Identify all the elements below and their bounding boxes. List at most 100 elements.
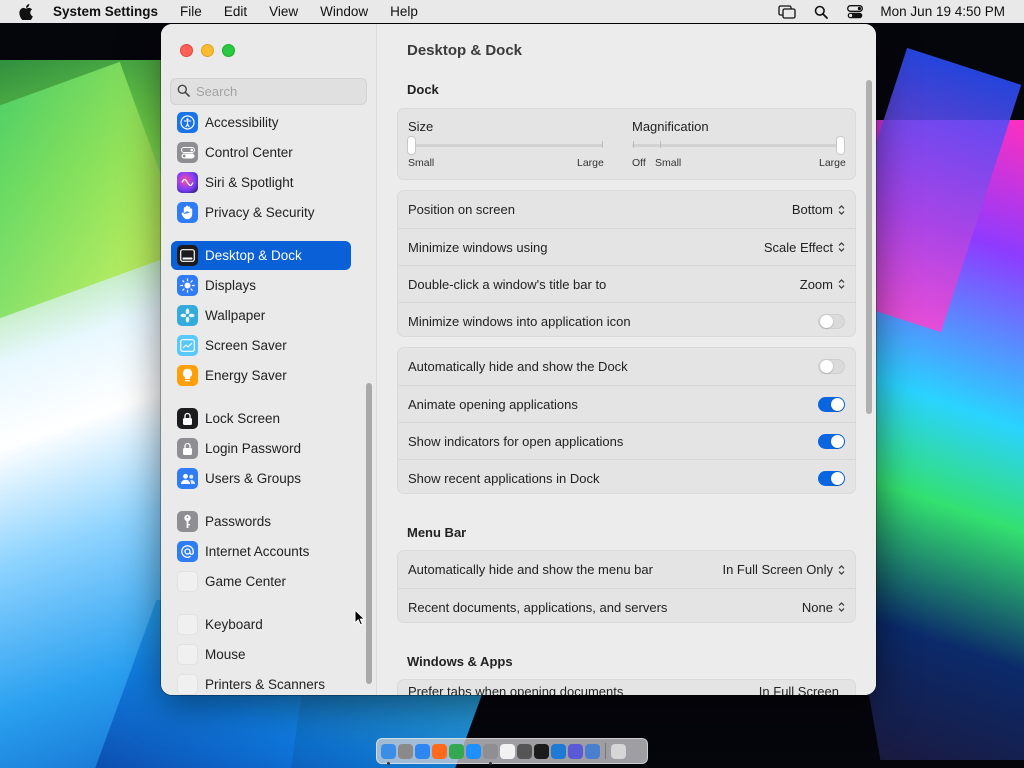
recent-items-select[interactable]: None <box>802 600 845 615</box>
sidebar-item-accessibility[interactable]: Accessibility <box>171 111 351 137</box>
window-controls <box>180 44 235 57</box>
updown-chevron-icon <box>838 204 845 216</box>
auto-hide-dock-row: Automatically hide and show the Dock <box>398 348 855 385</box>
sidebar-item-game-center[interactable]: Game Center <box>171 567 351 596</box>
app-store-icon[interactable] <box>466 743 481 759</box>
double-click-action-select[interactable]: Zoom <box>800 277 845 292</box>
sidebar-item-internet-accounts[interactable]: Internet Accounts <box>171 537 351 566</box>
toggle-knob <box>831 434 844 448</box>
close-button[interactable] <box>180 44 193 57</box>
animate-opening-row: Animate opening applications <box>398 385 855 422</box>
toggle-knob <box>820 360 833 373</box>
sidebar-item-privacy-security[interactable]: Privacy & Security <box>171 198 351 227</box>
sidebar-item-energy-saver[interactable]: Energy Saver <box>171 361 351 390</box>
dock <box>376 738 648 765</box>
sidebar-scrollbar[interactable] <box>366 383 372 684</box>
sidebar-item-label: Game Center <box>205 574 287 589</box>
auto-hide-menu-bar-select[interactable]: In Full Screen Only <box>722 562 845 577</box>
sidebar-item-control-center[interactable]: Control Center <box>171 138 351 167</box>
minimize-into-icon-toggle[interactable] <box>818 313 845 329</box>
running-indicator <box>387 761 390 765</box>
menu-file[interactable]: File <box>169 4 213 19</box>
size-tick-max <box>602 141 603 148</box>
apple-logo-icon[interactable] <box>0 3 52 20</box>
magnification-slider-track[interactable] <box>632 144 844 147</box>
section-title-windows-apps: Windows & Apps <box>407 654 513 669</box>
sidebar-item-label: Privacy & Security <box>205 205 315 220</box>
minimize-button[interactable] <box>201 44 214 57</box>
launchpad-icon[interactable] <box>398 743 413 759</box>
menu-window[interactable]: Window <box>309 4 379 19</box>
magnification-tick-off <box>633 141 634 148</box>
search-field[interactable] <box>170 78 367 105</box>
sidebar-item-screen-saver[interactable]: Screen Saver <box>171 331 351 360</box>
game-center-icon <box>177 571 198 592</box>
content-pane: Desktop & Dock Dock Size Small Large Mag… <box>377 24 876 695</box>
sidebar-item-mouse[interactable]: Mouse <box>171 640 351 669</box>
auto-hide-menu-bar-row: Automatically hide and show the menu bar… <box>398 551 855 588</box>
keyboard-icon <box>177 614 198 635</box>
toggle-knob <box>831 397 844 411</box>
safari-icon[interactable] <box>415 743 430 759</box>
sidebar-item-lock-screen[interactable]: Lock Screen <box>171 404 351 433</box>
menu-help[interactable]: Help <box>379 4 429 19</box>
vscode-icon[interactable] <box>551 743 566 759</box>
running-indicator <box>489 761 492 765</box>
minimize-using-row: Minimize windows using Scale Effect <box>398 228 855 265</box>
sidebar-item-users-groups[interactable]: Users & Groups <box>171 464 351 493</box>
chrome-icon[interactable] <box>449 743 464 759</box>
sidebar-item-keyboard[interactable]: Keyboard <box>171 610 351 639</box>
finder-icon[interactable] <box>381 743 396 765</box>
dock-options-group: Position on screen Bottom Minimize windo… <box>397 190 856 337</box>
sidebar-item-passwords[interactable]: Passwords <box>171 507 351 536</box>
menu-view[interactable]: View <box>258 4 309 19</box>
zoom-button[interactable] <box>222 44 235 57</box>
row-label: Automatically hide and show the Dock <box>408 359 628 374</box>
sidebar-item-label: Accessibility <box>205 115 279 130</box>
magnification-slider-thumb[interactable] <box>837 137 844 154</box>
show-indicators-toggle[interactable] <box>818 433 845 449</box>
select-value: Bottom <box>791 202 833 217</box>
sidebar-item-desktop-dock[interactable]: Desktop & Dock <box>171 241 351 270</box>
show-recent-apps-toggle[interactable] <box>818 470 845 486</box>
textedit-icon[interactable] <box>500 743 515 759</box>
remote-desktop-icon[interactable] <box>568 743 583 759</box>
search-icon <box>177 84 190 100</box>
control-center-icon[interactable] <box>838 4 872 19</box>
sidebar-item-label: Screen Saver <box>205 338 287 353</box>
magnification-off-label: Off <box>632 157 646 169</box>
screen-mirroring-icon[interactable] <box>770 4 804 19</box>
menu-app-name[interactable]: System Settings <box>52 4 169 19</box>
trash-icon[interactable] <box>611 743 626 759</box>
menu-edit[interactable]: Edit <box>213 4 258 19</box>
users-icon <box>177 468 198 489</box>
row-label: Minimize windows using <box>408 239 548 255</box>
system-settings-icon[interactable] <box>483 743 498 765</box>
select-value: In Full Screen Only <box>722 562 833 577</box>
menu-clock[interactable]: Mon Jun 19 4:50 PM <box>872 4 1005 19</box>
terminal-icon[interactable] <box>534 743 549 759</box>
preview-icon[interactable] <box>585 743 600 759</box>
spotlight-search-icon[interactable] <box>804 5 838 19</box>
search-input[interactable] <box>196 84 356 99</box>
sidebar-item-wallpaper[interactable]: Wallpaper <box>171 301 351 330</box>
script-editor-icon[interactable] <box>517 743 532 759</box>
dock-behavior-group: Automatically hide and show the Dock Ani… <box>397 347 856 494</box>
size-slider-thumb[interactable] <box>408 137 415 154</box>
firefox-icon[interactable] <box>432 743 447 759</box>
position-select[interactable]: Bottom <box>792 202 845 217</box>
prefer-tabs-select[interactable]: In Full Screen <box>759 684 839 695</box>
sidebar-item-login-password[interactable]: Login Password <box>171 434 351 463</box>
magnification-max-label: Large <box>819 157 846 169</box>
sidebar-item-label: Keyboard <box>205 617 263 632</box>
content-scrollbar[interactable] <box>866 80 872 414</box>
size-slider-track[interactable] <box>408 144 603 147</box>
sidebar-item-label: Users & Groups <box>205 471 302 486</box>
animate-opening-toggle[interactable] <box>818 396 845 412</box>
toggle-knob <box>820 314 833 328</box>
sidebar-item-displays[interactable]: Displays <box>171 271 351 300</box>
minimize-effect-select[interactable]: Scale Effect <box>764 240 845 255</box>
sidebar-item-siri-spotlight[interactable]: Siri & Spotlight <box>171 168 351 197</box>
auto-hide-dock-toggle[interactable] <box>818 359 845 374</box>
sidebar-item-printers-scanners[interactable]: Printers & Scanners <box>171 670 351 695</box>
